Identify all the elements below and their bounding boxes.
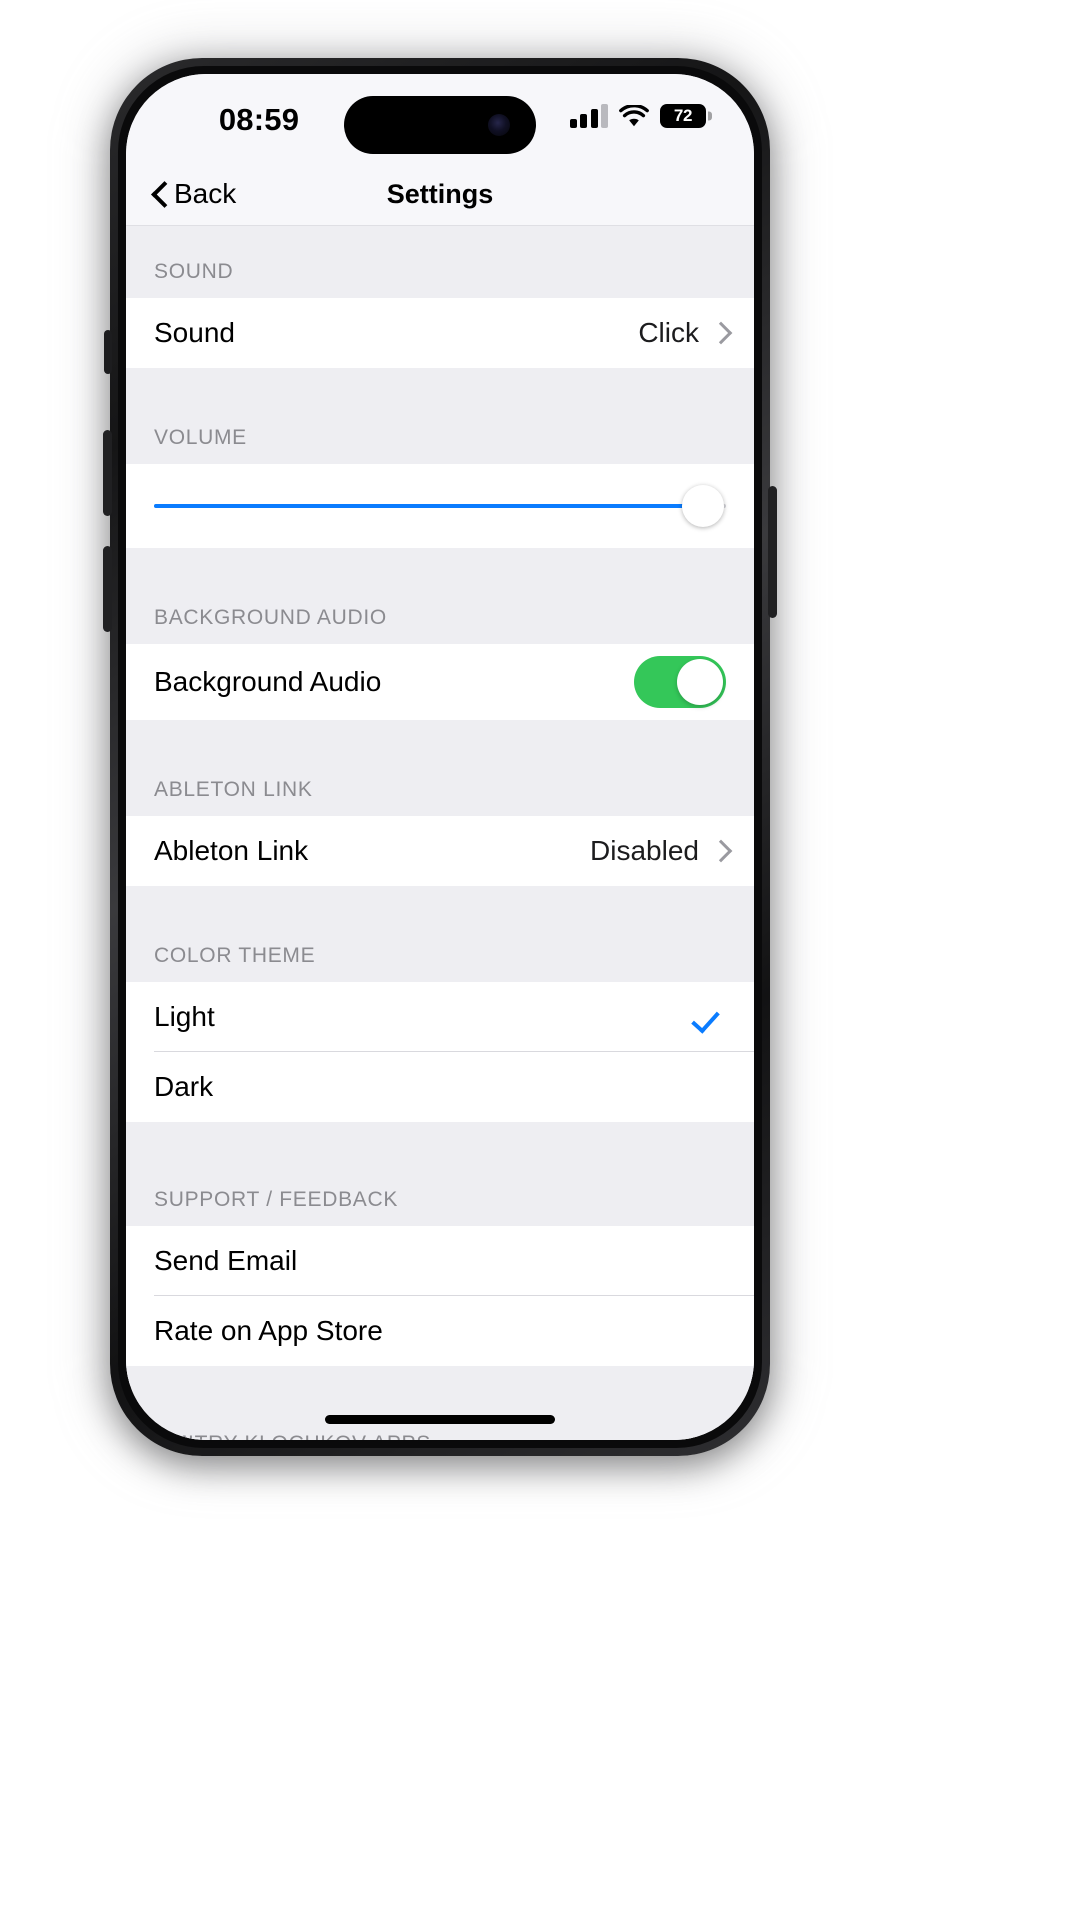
color-theme-light-label: Light [154, 1001, 215, 1032]
silence-switch-button[interactable] [104, 330, 112, 374]
sound-row[interactable]: Sound Click [126, 298, 754, 368]
chevron-right-icon [713, 322, 726, 344]
dynamic-island [344, 96, 536, 154]
cellular-bars-icon [569, 104, 608, 128]
status-bar-indicators: 72 [569, 103, 712, 128]
ableton-link-value: Disabled [590, 835, 699, 866]
volume-slider-row[interactable] [126, 464, 754, 548]
ableton-link-accessory: Disabled [590, 835, 726, 867]
volume-slider[interactable] [154, 485, 726, 527]
home-indicator[interactable] [325, 1415, 555, 1424]
background-audio-label: Background Audio [154, 666, 382, 697]
ableton-link-label: Ableton Link [154, 835, 309, 866]
volume-up-button[interactable] [103, 430, 112, 516]
power-button[interactable] [768, 486, 777, 618]
checkmark-icon [696, 1004, 726, 1030]
toggle-knob [677, 659, 723, 705]
color-theme-option-dark[interactable]: Dark [126, 1052, 754, 1122]
rate-on-app-store-label: Rate on App Store [154, 1315, 383, 1346]
section-header-ableton-link: ABLETON LINK [126, 720, 754, 816]
slider-fill [154, 504, 704, 508]
battery-cap [708, 111, 712, 121]
sound-row-label: Sound [154, 317, 235, 348]
sound-row-accessory: Click [638, 317, 726, 349]
volume-down-button[interactable] [103, 546, 112, 632]
status-bar-clock: 08:59 [218, 102, 300, 137]
chevron-right-icon [713, 840, 726, 862]
section-header-background-audio: BACKGROUND AUDIO [126, 548, 754, 644]
back-button-label: Back [174, 178, 237, 209]
rate-on-app-store-row[interactable]: Rate on App Store [126, 1296, 754, 1366]
sound-row-value: Click [638, 317, 699, 348]
settings-list[interactable]: SOUND Sound Click VOLUME BACKGROUND AUDI… [126, 226, 754, 1440]
ableton-link-row[interactable]: Ableton Link Disabled [126, 816, 754, 886]
send-email-row[interactable]: Send Email [126, 1226, 754, 1296]
send-email-label: Send Email [154, 1245, 298, 1276]
section-header-color-theme: COLOR THEME [126, 886, 754, 982]
screenshot-stage: 08:59 72 Back Settings SOUND Sound Click… [0, 0, 1080, 1920]
phone-screen: 08:59 72 Back Settings SOUND Sound Click… [126, 74, 754, 1440]
color-theme-option-light[interactable]: Light [126, 982, 754, 1052]
section-header-volume: VOLUME [126, 368, 754, 464]
background-audio-row[interactable]: Background Audio [126, 644, 754, 720]
slider-thumb[interactable] [682, 485, 725, 527]
front-camera-lens [488, 114, 510, 136]
section-header-support: SUPPORT / FEEDBACK [126, 1122, 754, 1226]
chevron-left-icon [152, 182, 166, 206]
background-audio-accessory [634, 656, 726, 708]
color-theme-dark-label: Dark [154, 1071, 214, 1102]
color-theme-light-accessory [696, 1004, 726, 1030]
battery-percentage: 72 [673, 106, 693, 125]
wifi-icon [619, 103, 649, 128]
navigation-bar: Back Settings [126, 162, 754, 226]
battery-icon: 72 [660, 104, 712, 128]
section-header-apps: DMITRY KLOCHKOV APPS [126, 1366, 754, 1440]
section-header-sound: SOUND [126, 226, 754, 298]
back-button[interactable]: Back [142, 162, 246, 226]
background-audio-toggle[interactable] [634, 656, 726, 708]
